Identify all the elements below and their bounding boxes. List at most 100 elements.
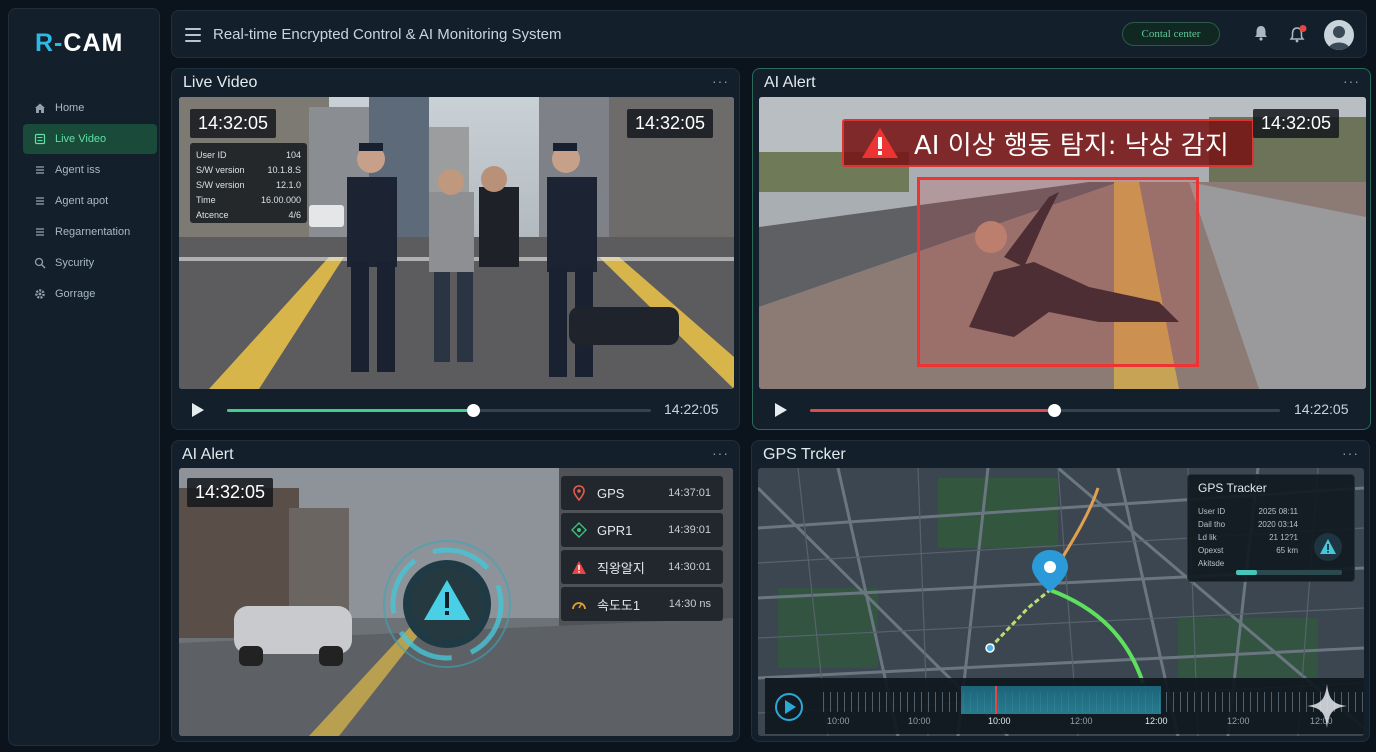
info-row: User ID 2025 08:11 <box>1198 507 1298 516</box>
info-row: User ID 104 <box>196 149 301 160</box>
ai-alert-video-feed[interactable]: AI 이상 행동 탐지: 낙상 감지 14:32:05 <box>759 97 1366 389</box>
timeline-label: 10:00 <box>827 716 850 726</box>
event-time: 14:30:01 <box>668 561 711 573</box>
info-row: Dail tho 2020 03:14 <box>1198 520 1298 529</box>
info-row: Akitsde <box>1198 559 1225 568</box>
sidebar-item-agent-apot[interactable]: Agent apot <box>23 186 157 216</box>
bell-icon[interactable] <box>1252 24 1272 44</box>
gps-map[interactable]: GPS Tracker User ID 2025 08:11 Dail tho 20… <box>758 468 1364 736</box>
ai-alert-banner-text: AI 이상 행동 탐지: 낙상 감지 <box>914 130 1229 161</box>
progress-fill <box>810 409 1055 412</box>
info-row: Time 16.00.000 <box>196 194 301 205</box>
notification-bell-icon[interactable] <box>1288 24 1308 44</box>
sidebar-item-sycurity[interactable]: Sycurity <box>23 248 157 278</box>
gps-timeline[interactable]: 10:00 10:00 10:00 12:00 12:00 12:00 12:0… <box>765 678 1364 734</box>
gps-tracker-panel: GPS Trcker ··· GPS Tracker User ID 2025 … <box>751 440 1370 742</box>
event-time: 14:39:01 <box>668 524 711 536</box>
timeline-cursor[interactable] <box>995 686 997 714</box>
progress-fill <box>227 409 473 412</box>
info-row: S/W version 12.1.0 <box>196 179 301 190</box>
video-timestamp: 14:32:05 <box>190 109 277 138</box>
progress-handle[interactable] <box>466 404 480 417</box>
more-menu-icon[interactable]: ··· <box>1342 445 1359 461</box>
list-item[interactable]: 속도도1 14:30 ns <box>561 587 723 621</box>
video-duration: 14:22:05 <box>664 401 719 417</box>
more-menu-icon[interactable]: ··· <box>1343 73 1360 89</box>
sidebar-item-label: Sycurity <box>55 257 95 269</box>
app-title: Real-time Encrypted Control & AI Monitor… <box>213 26 562 43</box>
app-logo: R-CAM <box>35 29 124 57</box>
more-menu-icon[interactable]: ··· <box>712 73 729 89</box>
list-item[interactable]: 직왕알지 14:30:01 <box>561 550 723 584</box>
sidebar-item-agent-iss[interactable]: Agent iss <box>23 155 157 185</box>
play-icon <box>785 700 796 714</box>
info-row: Atcence 4/6 <box>196 209 301 220</box>
list-item[interactable]: GPR1 14:39:01 <box>561 513 723 547</box>
warning-icon[interactable] <box>1314 533 1342 561</box>
play-icon[interactable] <box>775 403 787 417</box>
sidebar-item-regarnentation[interactable]: Regarnentation <box>23 217 157 247</box>
more-menu-icon[interactable]: ··· <box>712 445 729 461</box>
panel-title: AI Alert <box>764 74 816 91</box>
device-info-card: User ID 104 S/W version 10.1.8.S S/W versi… <box>190 143 307 223</box>
avatar[interactable] <box>1324 20 1354 50</box>
sidebar-item-home[interactable]: Home <box>23 93 157 123</box>
search-icon <box>33 256 47 270</box>
video-timestamp: 14:32:05 <box>627 109 714 138</box>
sidebar: R-CAM Home Live Video Agent iss Agent ap… <box>8 8 160 746</box>
gps-card-title: GPS Tracker <box>1198 481 1267 495</box>
gear-icon <box>33 287 47 301</box>
event-label: 속도도1 <box>597 597 641 613</box>
sidebar-item-label: Agent apot <box>55 195 109 207</box>
sidebar-nav: Home Live Video Agent iss Agent apot Reg… <box>23 93 157 310</box>
event-label: GPS <box>597 485 625 501</box>
sidebar-item-label: Live Video <box>55 133 107 145</box>
sparkle-icon <box>1305 682 1349 730</box>
live-video-panel: Live Video ··· 14:32:05 14:32:05 User ID… <box>171 68 740 430</box>
timeline-selection[interactable] <box>961 686 1161 714</box>
list-icon <box>33 225 47 239</box>
progress-track[interactable] <box>810 404 1280 417</box>
play-button[interactable] <box>775 693 803 721</box>
ai-alert-video-panel: AI Alert ··· AI 이상 행동 탐지: 낙상 감지 14:32:05 <box>752 68 1371 430</box>
menu-icon[interactable] <box>185 28 201 42</box>
panel-title: Live Video <box>183 74 258 91</box>
info-row: S/W version 10.1.8.S <box>196 164 301 175</box>
control-center-button[interactable]: Contal center <box>1122 22 1220 46</box>
sidebar-item-label: Agent iss <box>55 164 101 176</box>
warning-icon <box>860 126 900 160</box>
crosshair-icon <box>571 522 587 538</box>
info-row: Opexst 65 km <box>1198 546 1298 555</box>
event-time: 14:30 ns <box>668 598 711 610</box>
warning-icon <box>571 559 587 575</box>
list-icon <box>33 194 47 208</box>
home-icon <box>33 101 47 115</box>
sidebar-item-gorrage[interactable]: Gorrage <box>23 279 157 309</box>
sidebar-item-live-video[interactable]: Live Video <box>23 124 157 154</box>
play-icon[interactable] <box>192 403 204 417</box>
gps-card-rows: User ID 2025 08:11 Dail tho 2020 03:14 Ld … <box>1198 505 1298 570</box>
video-icon <box>33 132 47 146</box>
timeline-label: 10:00 <box>988 716 1011 726</box>
progress-handle[interactable] <box>1048 404 1062 417</box>
event-label: 직왕알지 <box>597 560 645 576</box>
list-item[interactable]: GPS 14:37:01 <box>561 476 723 510</box>
timeline-label: 12:00 <box>1145 716 1168 726</box>
speedometer-icon <box>571 596 587 612</box>
ai-alert-camera-feed[interactable]: 14:32:05 GPS 14:37:01 GPR1 14:39:01 직왕알지… <box>179 468 733 736</box>
live-video-feed[interactable]: 14:32:05 14:32:05 User ID 104 S/W version… <box>179 97 734 389</box>
event-label: GPR1 <box>597 522 633 538</box>
sidebar-item-label: Home <box>55 102 85 114</box>
sidebar-item-label: Gorrage <box>55 288 96 300</box>
event-time: 14:37:01 <box>668 487 711 499</box>
info-row: Ld lik 21 12?1 <box>1198 533 1298 542</box>
ai-alert-banner: AI 이상 행동 탐지: 낙상 감지 <box>842 119 1254 167</box>
timeline-label: 12:00 <box>1227 716 1250 726</box>
detection-bounding-box <box>917 177 1199 367</box>
panel-title: GPS Trcker <box>763 446 846 463</box>
ai-alert-center-icon <box>381 538 513 670</box>
progress-track[interactable] <box>227 404 651 417</box>
altitude-bar <box>1236 570 1342 575</box>
gps-info-card: GPS Tracker User ID 2025 08:11 Dail tho 20… <box>1187 474 1355 582</box>
altitude-bar-fill <box>1236 570 1258 575</box>
